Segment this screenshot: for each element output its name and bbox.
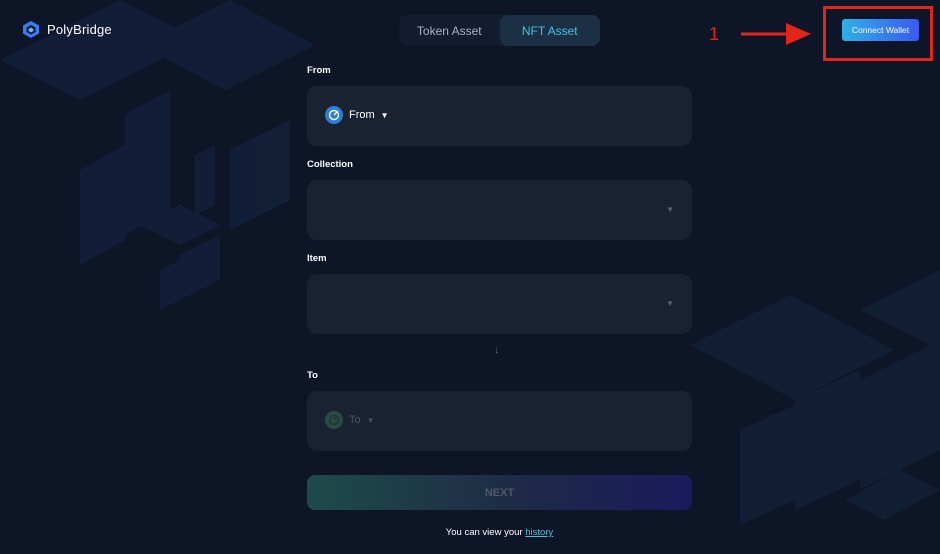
from-chain-selector[interactable]: From ▼ [325, 106, 389, 124]
asset-tabs: Token Asset NFT Asset [399, 15, 600, 46]
chain-icon [325, 411, 343, 429]
chain-icon [325, 106, 343, 124]
tab-nft-asset[interactable]: NFT Asset [499, 15, 600, 46]
collection-label: Collection [307, 159, 353, 170]
from-label: From [307, 65, 331, 76]
swap-arrow-icon: ↓ [494, 344, 500, 356]
to-chain-selector[interactable]: To ▼ [325, 411, 375, 429]
history-link[interactable]: history [525, 527, 553, 538]
app-logo[interactable]: PolyBridge [22, 20, 112, 39]
history-note: You can view your history [307, 527, 692, 538]
from-chain-name: From [349, 109, 375, 121]
annotation-step-number: 1 [709, 24, 720, 44]
to-chain-name: To [349, 414, 361, 426]
history-prefix: You can view your [445, 527, 523, 538]
from-chain-select[interactable]: From ▼ [307, 86, 692, 146]
tab-token-asset[interactable]: Token Asset [399, 15, 500, 46]
collection-select[interactable]: ▼ [307, 180, 692, 240]
item-label: Item [307, 253, 327, 264]
caret-down-icon: ▼ [666, 299, 674, 308]
to-chain-select[interactable]: To ▼ [307, 391, 692, 451]
caret-down-icon: ▼ [666, 205, 674, 214]
polybridge-logo-icon [23, 21, 39, 38]
next-button[interactable]: NEXT [307, 475, 692, 510]
annotation-arrow-icon [741, 23, 811, 45]
connect-wallet-button[interactable]: Connect Wallet [842, 19, 919, 41]
caret-down-icon: ▼ [380, 110, 389, 120]
caret-down-icon: ▼ [366, 415, 375, 425]
to-label: To [307, 370, 318, 381]
item-select[interactable]: ▼ [307, 274, 692, 334]
app-name: PolyBridge [47, 22, 112, 37]
